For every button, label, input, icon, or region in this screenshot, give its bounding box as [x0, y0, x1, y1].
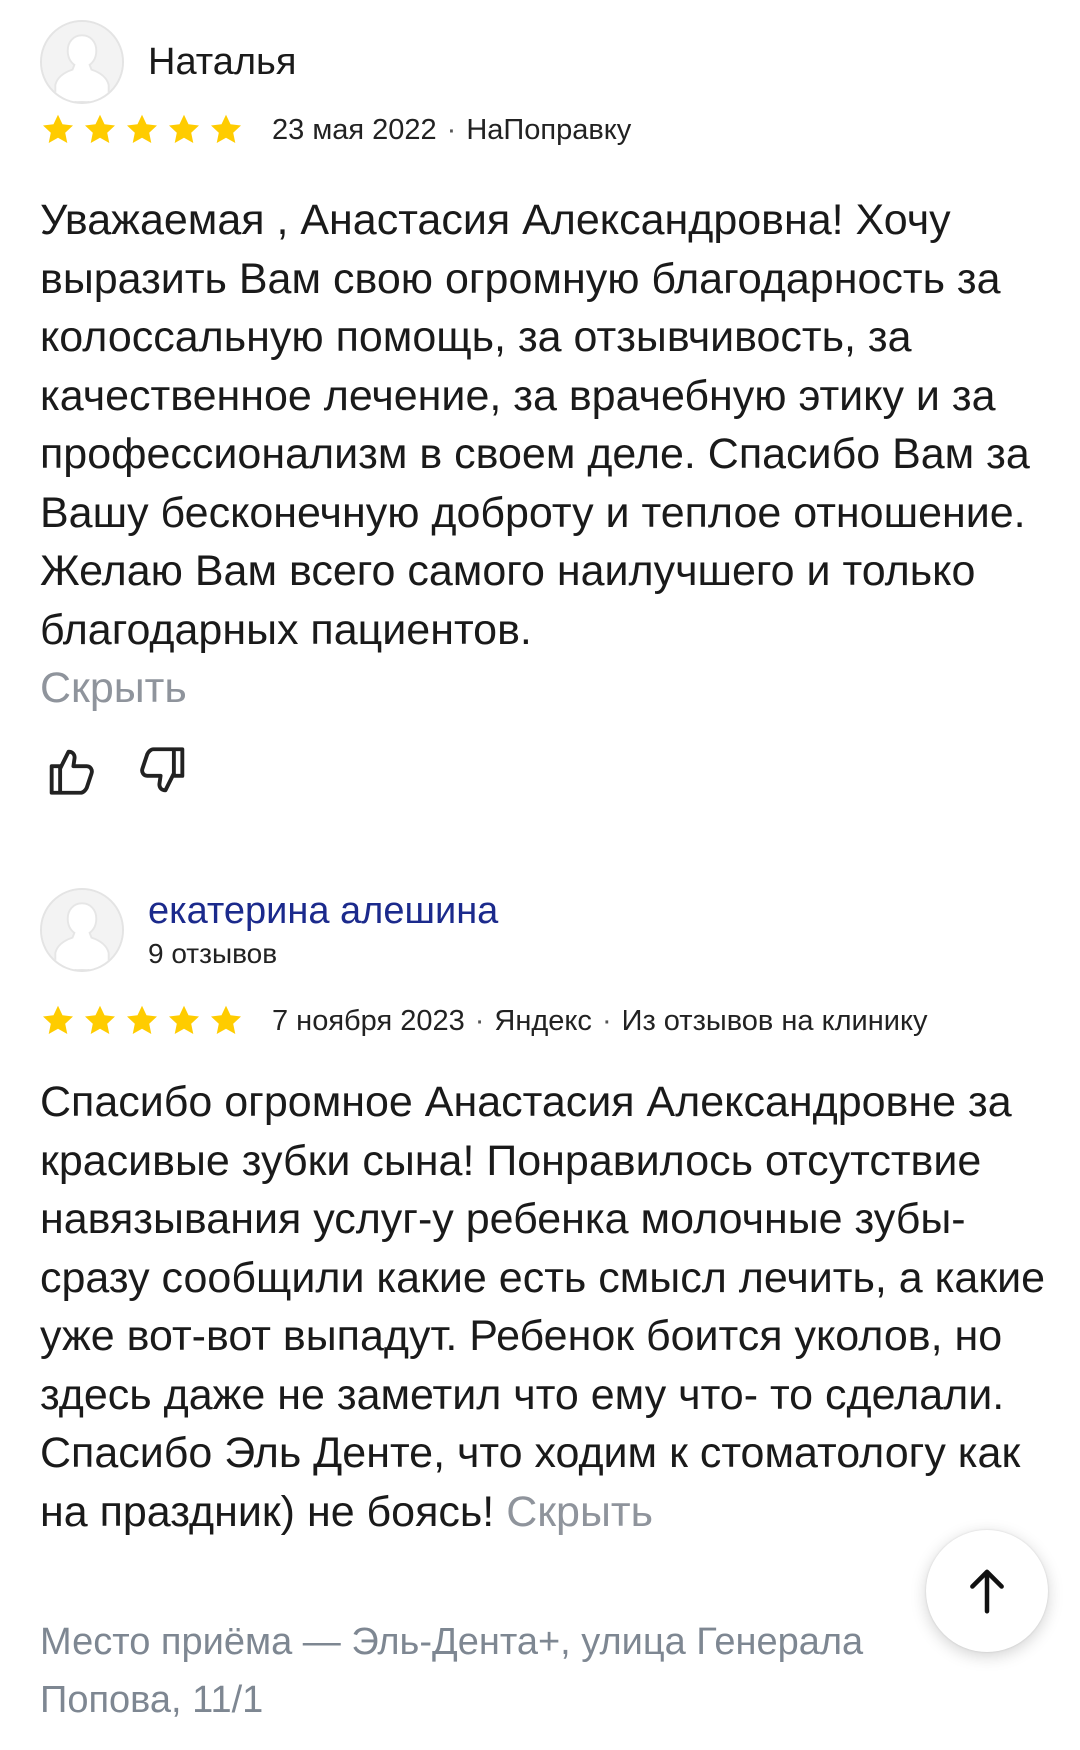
author-name[interactable]: екатерина алешина: [148, 889, 498, 933]
star-icon: [166, 112, 202, 148]
star-icon: [40, 112, 76, 148]
thumbs-down-icon: [140, 747, 185, 793]
like-button[interactable]: [42, 742, 100, 800]
review-text-content: Спасибо огромное Анастасия Александровне…: [40, 1078, 1046, 1536]
author-reviews-count[interactable]: 9 отзывов: [148, 937, 498, 971]
review-date: 7 ноября 2023: [272, 1004, 465, 1037]
avatar[interactable]: [40, 20, 124, 104]
author-name[interactable]: Наталья: [148, 40, 296, 84]
scroll-to-top-button[interactable]: [926, 1530, 1048, 1652]
arrow-up-icon: [970, 1569, 1004, 1614]
rating-stars: [40, 1003, 250, 1039]
dislike-button[interactable]: [134, 742, 192, 800]
review-meta: 23 мая 2022 · НаПоправку: [40, 112, 631, 148]
hide-review-link[interactable]: Скрыть: [506, 1488, 653, 1536]
review-text: Спасибо огромное Анастасия Александровне…: [40, 1073, 1050, 1541]
review-author: екатерина алешина 9 отзывов: [40, 888, 498, 972]
review-date: 23 мая 2022: [272, 113, 437, 146]
review-reactions: [42, 742, 226, 800]
star-icon: [40, 1003, 76, 1039]
meta-separator: ·: [446, 113, 457, 146]
rating-stars: [40, 112, 250, 148]
thumbs-up-icon: [49, 749, 94, 795]
review-origin: Из отзывов на клинику: [621, 1004, 928, 1037]
review-text-content: Уважаемая , Анастасия Александровна! Хоч…: [40, 196, 1030, 654]
meta-separator: ·: [474, 1004, 485, 1037]
star-icon: [124, 112, 160, 148]
hide-review-link[interactable]: Скрыть: [40, 659, 1050, 718]
star-icon: [208, 112, 244, 148]
review-source: НаПоправку: [466, 113, 632, 146]
avatar[interactable]: [40, 888, 124, 972]
star-icon: [82, 112, 118, 148]
user-silhouette-icon: [42, 890, 122, 970]
star-icon: [208, 1003, 244, 1039]
star-icon: [166, 1003, 202, 1039]
review-text: Уважаемая , Анастасия Александровна! Хоч…: [40, 191, 1050, 718]
star-icon: [124, 1003, 160, 1039]
meta-separator: ·: [601, 1004, 612, 1037]
user-silhouette-icon: [42, 22, 122, 102]
star-icon: [82, 1003, 118, 1039]
review-source: Яндекс: [494, 1004, 592, 1037]
review-author: Наталья: [40, 20, 296, 104]
appointment-place[interactable]: Место приёма — Эль-Дента+, улица Генерал…: [40, 1613, 920, 1729]
review-meta: 7 ноября 2023 · Яндекс · Из отзывов на к…: [40, 1003, 927, 1039]
